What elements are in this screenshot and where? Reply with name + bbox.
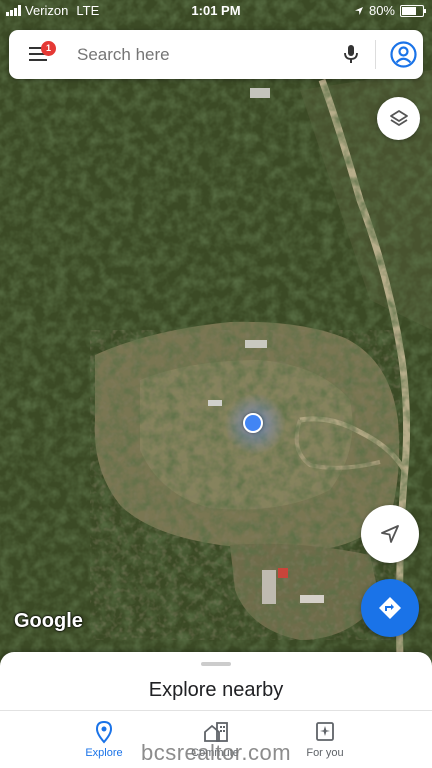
my-location-button[interactable] (361, 505, 419, 563)
layers-button[interactable] (377, 97, 420, 140)
directions-icon (379, 597, 401, 619)
sheet-drag-handle[interactable] (201, 662, 231, 666)
google-logo: Google (14, 610, 83, 632)
navigation-arrow-icon (381, 525, 399, 543)
status-bar: Verizon LTE 1:01 PM 80% (0, 0, 432, 22)
mic-icon[interactable] (339, 42, 363, 66)
search-input[interactable] (75, 40, 329, 70)
search-bar: 1 (9, 30, 423, 79)
directions-button[interactable] (361, 579, 419, 637)
battery-level (402, 6, 417, 15)
notification-badge: 1 (41, 41, 56, 56)
battery-icon (400, 4, 426, 17)
sheet-title: Explore nearby (148, 679, 284, 701)
watermark: bcsrealtor.com (140, 740, 292, 765)
battery-percent: 80% (368, 3, 395, 18)
account-icon[interactable] (390, 41, 417, 68)
layers-icon (389, 109, 408, 126)
current-location-dot[interactable] (243, 413, 263, 433)
status-right: 80% (354, 3, 426, 18)
location-services-icon (354, 6, 363, 15)
search-divider (375, 40, 376, 69)
